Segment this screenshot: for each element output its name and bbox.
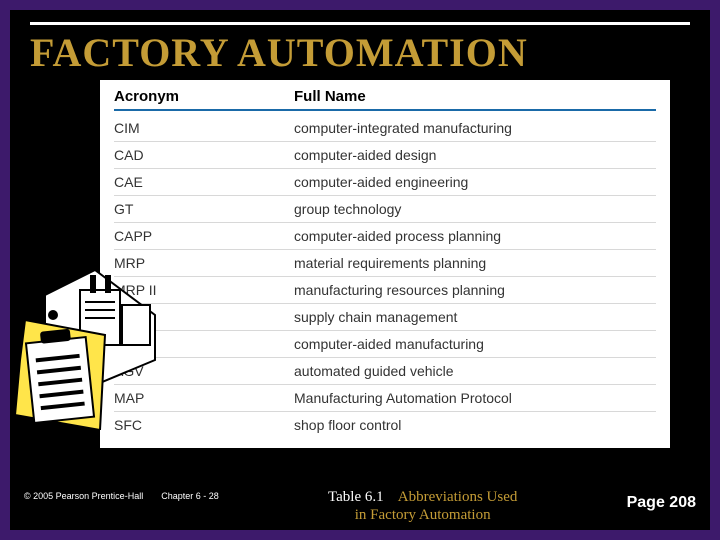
table-row: CADcomputer-aided design — [114, 142, 656, 169]
cell-fullname: group technology — [294, 201, 656, 217]
cell-acronym: CIM — [114, 120, 294, 136]
caption-line2: in Factory Automation — [355, 507, 491, 523]
cell-acronym: CAPP — [114, 228, 294, 244]
table-row: CAPPcomputer-aided process planning — [114, 223, 656, 250]
table-row: MRP IImanufacturing resources planning — [114, 277, 656, 304]
table-row: MAPManufacturing Automation Protocol — [114, 385, 656, 412]
copyright-text: © 2005 Pearson Prentice-Hall — [24, 488, 143, 501]
footer: © 2005 Pearson Prentice-Hall Chapter 6 -… — [10, 482, 710, 530]
cell-fullname: Manufacturing Automation Protocol — [294, 390, 656, 406]
content-area: Acronym Full Name CIMcomputer-integrated… — [10, 80, 710, 482]
cell-fullname: material requirements planning — [294, 255, 656, 271]
table-row: CAEcomputer-aided engineering — [114, 169, 656, 196]
table-row: CAMcomputer-aided manufacturing — [114, 331, 656, 358]
table-row: GTgroup technology — [114, 196, 656, 223]
factory-clipboard-icon — [10, 260, 160, 430]
caption-line1: Abbreviations Used — [398, 489, 518, 505]
page-number: Page 208 — [627, 488, 696, 512]
top-rule — [30, 22, 690, 25]
slide-title: FACTORY AUTOMATION — [10, 29, 710, 80]
col-header-fullname: Full Name — [294, 88, 656, 105]
cell-acronym: CAD — [114, 147, 294, 163]
table-row: CIMcomputer-integrated manufacturing — [114, 115, 656, 142]
chapter-text: Chapter 6 - 28 — [161, 488, 219, 501]
cell-acronym: GT — [114, 201, 294, 217]
table-row: SFCshop floor control — [114, 412, 656, 438]
table-header-row: Acronym Full Name — [114, 88, 656, 111]
cell-fullname: computer-aided design — [294, 147, 656, 163]
cell-fullname: supply chain management — [294, 309, 656, 325]
table-row: MRPmaterial requirements planning — [114, 250, 656, 277]
cell-fullname: shop floor control — [294, 417, 656, 433]
table-row: AGVautomated guided vehicle — [114, 358, 656, 385]
cell-fullname: computer-integrated manufacturing — [294, 120, 656, 136]
cell-fullname: computer-aided manufacturing — [294, 336, 656, 352]
cell-fullname: automated guided vehicle — [294, 363, 656, 379]
col-header-acronym: Acronym — [114, 88, 294, 105]
table-caption: Table 6.1 Abbreviations Used in Factory … — [219, 488, 627, 524]
cell-acronym: CAE — [114, 174, 294, 190]
cell-fullname: computer-aided engineering — [294, 174, 656, 190]
acronym-table: Acronym Full Name CIMcomputer-integrated… — [100, 80, 670, 448]
cell-fullname: manufacturing resources planning — [294, 282, 656, 298]
table-row: SCMsupply chain management — [114, 304, 656, 331]
caption-number: Table 6.1 — [328, 489, 384, 505]
cell-fullname: computer-aided process planning — [294, 228, 656, 244]
